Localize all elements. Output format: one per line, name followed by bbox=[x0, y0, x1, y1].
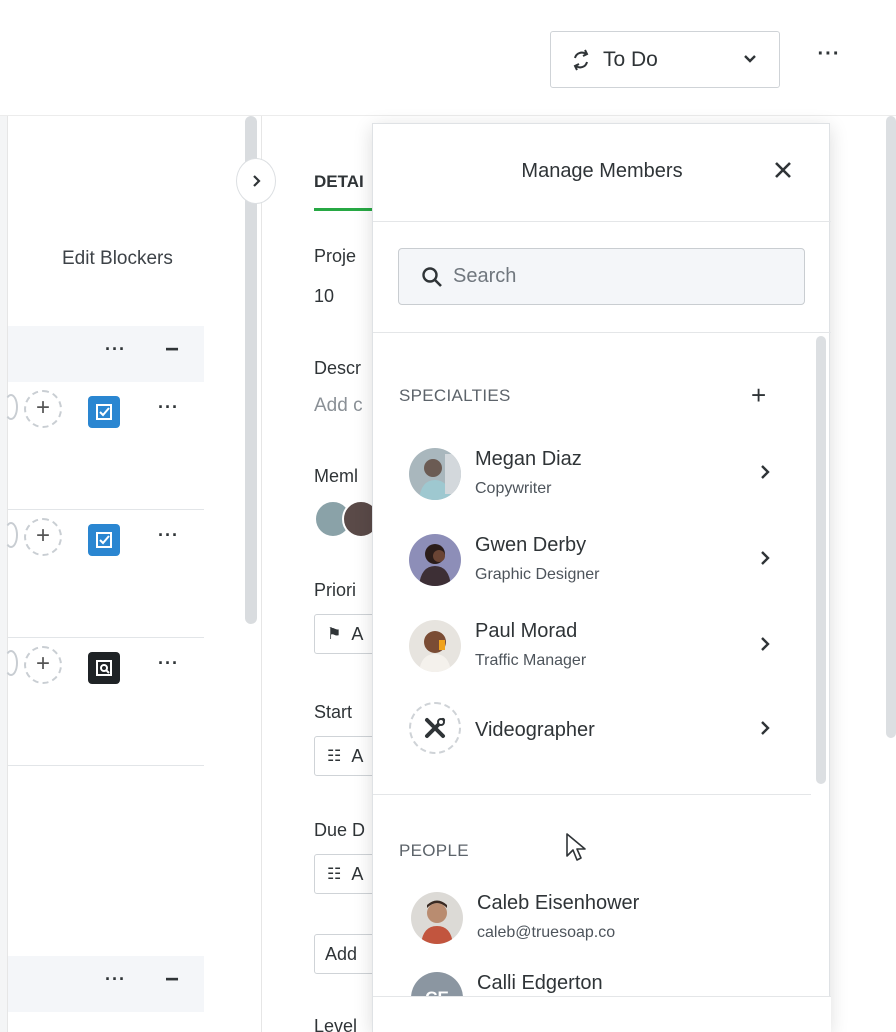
blocker-row: + ··· bbox=[4, 510, 204, 638]
add-field-button[interactable]: Add bbox=[314, 934, 374, 974]
member-name: Paul Morad bbox=[475, 620, 578, 642]
member-role: Graphic Designer bbox=[475, 566, 600, 583]
member-role: Copywriter bbox=[475, 480, 552, 497]
search-icon bbox=[422, 266, 442, 287]
modal-title: Manage Members bbox=[521, 160, 683, 182]
status-dropdown[interactable]: To Do bbox=[550, 31, 780, 88]
avatar bbox=[4, 650, 18, 676]
task-check-icon[interactable] bbox=[88, 524, 120, 556]
avatar bbox=[409, 620, 461, 672]
chevron-right-icon bbox=[761, 637, 770, 651]
divider bbox=[373, 794, 811, 795]
specialties-heading: SPECIALTIES bbox=[399, 386, 511, 405]
mouse-cursor-icon bbox=[566, 833, 586, 861]
priority-field[interactable]: ⚑ A bbox=[314, 614, 374, 654]
avatar-initials: CE bbox=[411, 972, 463, 996]
group-more-button[interactable]: ··· bbox=[105, 969, 126, 990]
person-item[interactable]: Caleb Eisenhower caleb@truesoap.co bbox=[411, 888, 791, 948]
calendar-icon: ☷ bbox=[327, 866, 342, 883]
blockers-panel: Edit Blockers ··· − + ··· + ··· + ··· ··… bbox=[4, 116, 248, 1032]
search-input[interactable] bbox=[453, 265, 793, 288]
close-icon[interactable] bbox=[771, 158, 795, 182]
chevron-down-icon bbox=[744, 55, 756, 63]
add-specialty-button[interactable]: + bbox=[751, 382, 766, 408]
specialty-name: Videographer bbox=[475, 719, 595, 741]
member-name: Megan Diaz bbox=[475, 448, 582, 470]
collapse-group-button[interactable]: − bbox=[165, 966, 179, 994]
edit-blockers-link[interactable]: Edit Blockers bbox=[62, 248, 173, 270]
avatar bbox=[4, 522, 18, 548]
tab-details[interactable]: DETAI bbox=[314, 172, 364, 192]
blocker-row: + ··· bbox=[4, 382, 204, 510]
page-scrollbar[interactable] bbox=[886, 116, 896, 738]
search-box[interactable] bbox=[398, 248, 805, 305]
due-date-label: Due D bbox=[314, 820, 366, 840]
modal-footer bbox=[373, 996, 831, 1032]
calendar-icon: ☷ bbox=[327, 748, 342, 765]
group-more-button[interactable]: ··· bbox=[105, 339, 126, 360]
tools-icon bbox=[425, 718, 445, 738]
specialty-item[interactable]: Videographer bbox=[409, 702, 789, 762]
level-label: Level bbox=[314, 1016, 358, 1032]
chevron-right-icon bbox=[761, 721, 770, 735]
avatar bbox=[409, 534, 461, 586]
specialty-item[interactable]: Megan Diaz Copywriter bbox=[409, 444, 789, 504]
specialty-placeholder bbox=[409, 702, 461, 754]
avatar bbox=[411, 892, 463, 944]
specialty-item[interactable]: Gwen Derby Graphic Designer bbox=[409, 530, 789, 590]
priority-field-text: A bbox=[351, 623, 364, 644]
more-options-button[interactable]: ··· bbox=[812, 44, 846, 74]
person-item[interactable]: CE Calli Edgerton bbox=[411, 968, 791, 996]
member-role: Traffic Manager bbox=[475, 652, 587, 669]
modal-header: Manage Members bbox=[373, 124, 831, 222]
task-review-icon[interactable] bbox=[88, 652, 120, 684]
collapse-group-button[interactable]: − bbox=[165, 336, 179, 364]
row-more-button[interactable]: ··· bbox=[158, 525, 179, 546]
status-cycle-icon bbox=[573, 49, 589, 70]
member-name: Gwen Derby bbox=[475, 534, 587, 556]
row-more-button[interactable]: ··· bbox=[158, 653, 179, 674]
avatar bbox=[342, 500, 374, 538]
member-avatars[interactable] bbox=[314, 500, 374, 540]
add-assignee-button[interactable]: + bbox=[24, 646, 62, 684]
specialty-item[interactable]: Paul Morad Traffic Manager bbox=[409, 616, 789, 676]
window-edge bbox=[0, 0, 8, 1032]
people-heading: PEOPLE bbox=[399, 841, 469, 860]
status-label: To Do bbox=[603, 47, 658, 71]
description-label: Descr bbox=[314, 358, 362, 378]
members-label: Meml bbox=[314, 466, 358, 486]
project-value: 10 bbox=[314, 286, 335, 306]
person-email: caleb@truesoap.co bbox=[477, 924, 616, 941]
tab-active-indicator bbox=[314, 208, 374, 211]
add-assignee-button[interactable]: + bbox=[24, 518, 62, 556]
chevron-right-icon bbox=[761, 465, 770, 479]
person-name: Calli Edgerton bbox=[477, 972, 603, 994]
due-date-field-text: A bbox=[351, 863, 364, 884]
avatar bbox=[4, 394, 18, 420]
group-header: ··· − bbox=[8, 956, 204, 1012]
add-assignee-button[interactable]: + bbox=[24, 390, 62, 428]
blocker-row: + ··· bbox=[4, 638, 204, 766]
priority-label: Priori bbox=[314, 580, 357, 600]
add-field-label: Add bbox=[325, 943, 358, 964]
divider bbox=[373, 332, 831, 333]
avatar bbox=[409, 448, 461, 500]
group-header: ··· − bbox=[8, 326, 204, 382]
task-check-icon[interactable] bbox=[88, 396, 120, 428]
project-label: Proje bbox=[314, 246, 357, 266]
start-date-field-text: A bbox=[351, 745, 364, 766]
due-date-field[interactable]: ☷ A bbox=[314, 854, 374, 894]
top-bar: To Do ··· bbox=[0, 0, 896, 116]
start-date-label: Start bbox=[314, 702, 353, 722]
details-panel: DETAI Proje 10 Descr Add c Meml Priori ⚑… bbox=[262, 116, 374, 1032]
modal-scrollbar[interactable] bbox=[816, 336, 826, 784]
add-description-link[interactable]: Add c bbox=[314, 395, 363, 417]
chevron-right-icon bbox=[761, 551, 770, 565]
manage-members-modal: Manage Members SPECIALTIES + Megan Diaz … bbox=[372, 123, 831, 1032]
start-date-field[interactable]: ☷ A bbox=[314, 736, 374, 776]
row-more-button[interactable]: ··· bbox=[158, 397, 179, 418]
flag-icon: ⚑ bbox=[327, 626, 342, 643]
person-name: Caleb Eisenhower bbox=[477, 892, 640, 914]
chevron-right-icon bbox=[253, 175, 261, 187]
